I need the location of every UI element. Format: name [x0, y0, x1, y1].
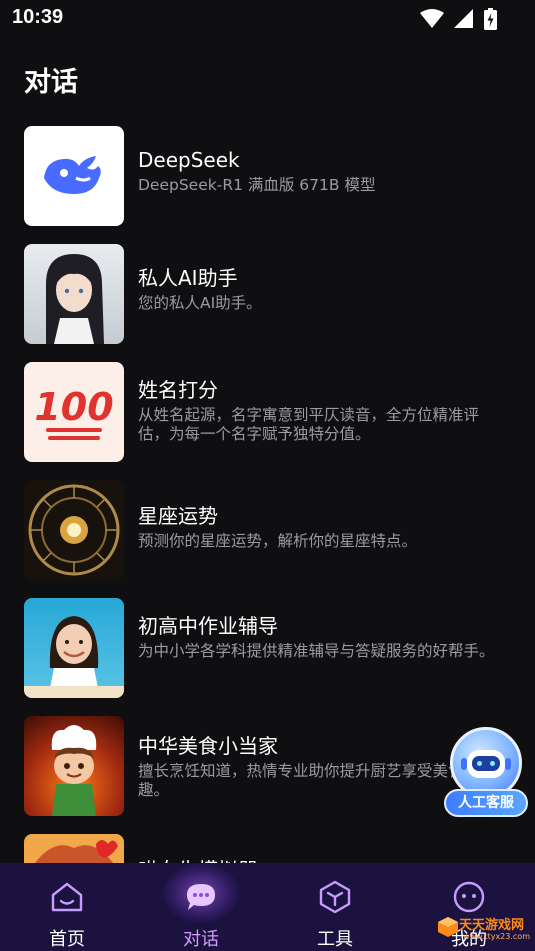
item-title: DeepSeek: [138, 148, 240, 172]
tab-label: 工具: [317, 929, 353, 950]
item-text: 姓名打分 从姓名起源，名字寓意到平仄读音，全方位精准评估，为每一个名字赋予独特分…: [138, 376, 508, 444]
signal-icon: [454, 9, 473, 28]
item-title: 姓名打分: [138, 378, 218, 402]
item-desc: DeepSeek-R1 满血版 671B 模型: [138, 176, 376, 194]
list-item-name-score[interactable]: 100 姓名打分 从姓名起源，名字寓意到平仄读音，全方位精准评估，为每一个名字赋…: [24, 362, 514, 462]
list-item-girlfriend-simulator[interactable]: 哄女生模拟器: [24, 834, 514, 864]
tab-tools[interactable]: 工具: [268, 863, 402, 951]
tab-home[interactable]: 首页: [0, 863, 134, 951]
deepseek-whale-logo: [24, 126, 124, 226]
item-text: 初高中作业辅导 为中小学各学科提供精准辅导与答疑服务的好帮手。: [138, 612, 508, 661]
girl-avatar-image: [24, 834, 124, 864]
tab-label: 对话: [183, 929, 219, 950]
chat-bubble-icon: [187, 884, 215, 910]
home-icon: [51, 882, 83, 912]
hundred-points-emoji: 100: [24, 362, 124, 462]
customer-service-label: 人工客服: [444, 789, 528, 817]
item-text: DeepSeek DeepSeek-R1 满血版 671B 模型: [138, 146, 508, 195]
tab-chat[interactable]: 对话: [134, 863, 268, 951]
chef-boy-image: [24, 716, 124, 816]
list-item-personal-assistant[interactable]: 私人AI助手 您的私人AI助手。: [24, 244, 514, 344]
tab-label: 首页: [49, 929, 85, 950]
item-title: 星座运势: [138, 504, 218, 528]
list-item-homework-tutor[interactable]: 初高中作业辅导 为中小学各学科提供精准辅导与答疑服务的好帮手。: [24, 598, 514, 698]
item-title: 初高中作业辅导: [138, 614, 278, 638]
anime-girl-avatar: [24, 244, 124, 344]
student-girl-image: [24, 598, 124, 698]
item-desc: 从姓名起源，名字寓意到平仄读音，全方位精准评估，为每一个名字赋予独特分值。: [138, 406, 480, 443]
list-item-horoscope[interactable]: 星座运势 预测你的星座运势，解析你的星座特点。: [24, 480, 514, 580]
item-title: 私人AI助手: [138, 266, 238, 290]
watermark-logo: 天天游戏网 www.ttyx23.com: [435, 910, 535, 950]
cube-icon: [319, 880, 351, 914]
watermark-cube-icon: [438, 917, 458, 937]
battery-charging-icon: [484, 8, 497, 30]
item-desc: 预测你的星座运势，解析你的星座特点。: [138, 532, 418, 550]
status-bar: 10:39: [0, 0, 535, 38]
customer-service-button[interactable]: 人工客服: [444, 727, 530, 819]
list-item-deepseek[interactable]: DeepSeek DeepSeek-R1 满血版 671B 模型: [24, 126, 514, 226]
item-desc: 为中小学各学科提供精准辅导与答疑服务的好帮手。: [138, 642, 495, 660]
item-text: 星座运势 预测你的星座运势，解析你的星座特点。: [138, 502, 508, 551]
status-icons: [420, 8, 497, 30]
zodiac-wheel-image: [24, 480, 124, 580]
page-title: 对话: [24, 67, 78, 98]
hundred-points-text: 100: [34, 385, 113, 429]
item-desc: 您的私人AI助手。: [138, 294, 262, 312]
list-item-chinese-cuisine[interactable]: 中华美食小当家 擅长烹饪知道，热情专业助你提升厨艺享受美食乐趣。: [24, 716, 514, 816]
status-time: 10:39: [12, 6, 64, 28]
watermark-subtext: www.ttyx23.com: [463, 932, 530, 941]
wifi-icon: [420, 9, 444, 28]
watermark-text: 天天游戏网: [459, 918, 525, 933]
item-text: 私人AI助手 您的私人AI助手。: [138, 264, 508, 313]
